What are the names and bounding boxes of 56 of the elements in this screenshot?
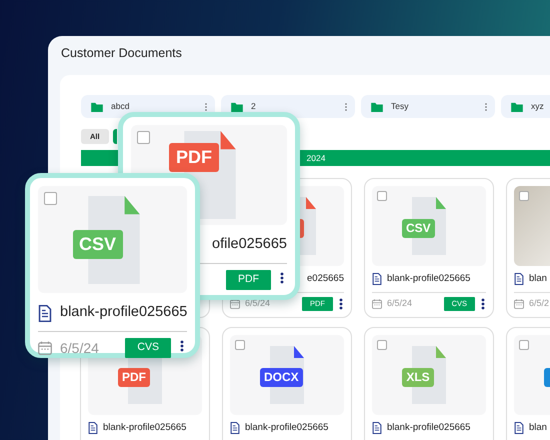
file-type-label: XLS [402,368,434,387]
folder-name: Tesy [391,100,410,113]
file-name: blank-profile025665 [387,420,470,435]
folder-icon [91,102,103,112]
checkbox[interactable] [519,340,529,350]
more-button[interactable] [338,298,344,310]
calendar-icon [230,299,240,309]
folder-name: xyz [531,100,545,113]
file-type-label: CSV [72,230,122,258]
checkbox[interactable] [44,192,57,205]
file-name: blank-profile025665 [245,420,328,435]
kebab-icon [279,272,285,284]
folder-icon [511,102,523,112]
folder-name: abcd [111,100,130,113]
file-name: blan [529,420,547,435]
checkbox[interactable] [377,191,387,201]
checkbox[interactable] [519,191,529,201]
checkbox[interactable] [137,131,150,144]
file-name: e025665 [307,272,344,286]
checkbox[interactable] [377,340,387,350]
folder-chip[interactable]: xyz [501,95,550,118]
file-date: 6/5/24 [387,297,412,310]
calendar-icon [38,341,52,355]
document-icon [230,422,240,434]
file-type-label: PDF [169,143,219,172]
file-type-tag: CVS [125,338,171,358]
file-name: blan [529,272,547,286]
document-icon [514,422,524,434]
file-date: 6/5/24 [245,297,270,310]
file-type-label: PDF [118,368,150,387]
file-date: 6/5/2 [529,297,550,310]
calendar-icon [372,299,382,309]
folder-icon [371,102,383,112]
checkbox[interactable] [235,340,245,350]
file-type-label: CSV [402,219,435,238]
file-date: 6/5/24 [60,338,99,358]
calendar-icon [514,299,524,309]
document-icon [372,273,382,285]
document-icon [514,273,524,285]
folder-chip[interactable]: Tesy [361,95,495,118]
file-type-label: DOCX [260,368,303,387]
more-button[interactable] [480,298,486,310]
filter-button[interactable] [112,129,117,144]
document-icon [88,422,98,434]
folder-name: 2 [251,100,257,113]
file-name: blank-profile025665 [60,303,188,322]
document-icon [38,304,52,322]
file-name: blank-profile025665 [387,272,470,286]
file-name: ofile025665 [212,235,287,254]
window-title: Customer Documents [60,45,183,62]
kebab-icon [179,340,185,352]
kebab-icon [338,298,344,310]
file-type-tag: PDF [226,270,271,290]
kebab-icon [480,298,486,310]
file-name: blank-profile025665 [103,420,186,435]
document-icon [372,422,382,434]
